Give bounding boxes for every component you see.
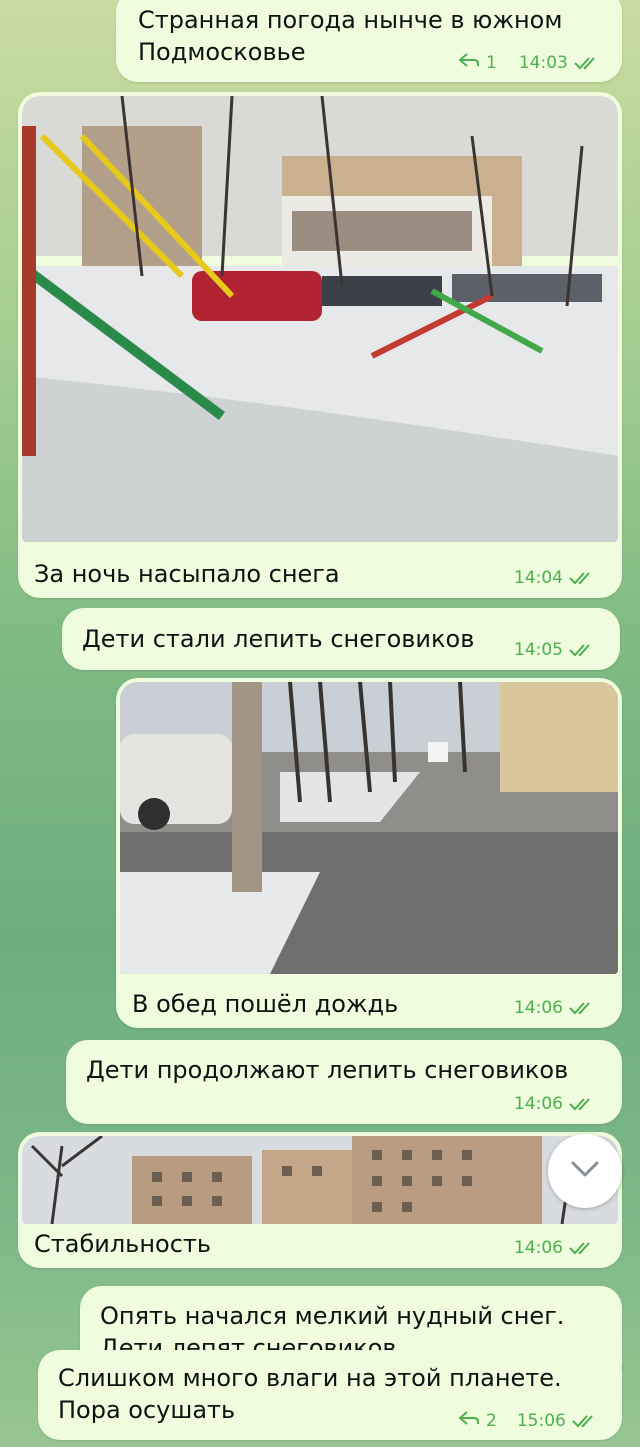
- message-time: 15:06: [516, 1410, 566, 1431]
- photo-caption: В обед пошёл дождь: [132, 990, 399, 1018]
- double-check-icon: [569, 1241, 595, 1255]
- reply-count[interactable]: 1: [486, 53, 497, 73]
- message-time: 14:06: [514, 1094, 563, 1114]
- double-check-icon: [569, 1097, 595, 1111]
- message-meta: 14:06: [514, 998, 595, 1018]
- double-check-icon: [569, 1001, 595, 1015]
- chevron-down-icon: [570, 1160, 600, 1182]
- message-bubble[interactable]: Дети продолжают лепить снеговиков 14:06: [66, 1040, 622, 1124]
- message-time: 14:06: [514, 998, 563, 1018]
- reply-arrow-icon[interactable]: [458, 1410, 480, 1431]
- message-bubble[interactable]: Странная погода нынче в южном Подмосковь…: [116, 0, 622, 82]
- message-time: 14:05: [514, 640, 563, 660]
- message-meta: 14:06: [514, 1238, 595, 1258]
- message-text: Дети стали лепить снеговиков: [82, 625, 475, 653]
- message-text: Дети продолжают лепить снеговиков: [86, 1056, 569, 1084]
- message-bubble[interactable]: Слишком много влаги на этой планете. Пор…: [38, 1350, 622, 1440]
- message-bubble[interactable]: Дети стали лепить снеговиков 14:05: [62, 608, 620, 670]
- message-meta: 14:04: [514, 568, 595, 588]
- double-check-icon: [569, 643, 595, 657]
- message-time: 14:04: [514, 568, 563, 588]
- message-meta: 1 14:03: [458, 52, 600, 73]
- message-meta: 14:06: [514, 1094, 595, 1114]
- reply-arrow-icon[interactable]: [458, 52, 480, 73]
- snow-playground-photo[interactable]: [22, 96, 618, 542]
- message-time: 14:06: [514, 1238, 563, 1258]
- photo-message-bubble[interactable]: Стабильность 14:06: [18, 1132, 622, 1268]
- message-meta: 2 15:06: [458, 1410, 598, 1431]
- double-check-icon: [574, 56, 600, 70]
- apartment-building-photo[interactable]: [22, 1136, 618, 1224]
- double-check-icon: [569, 571, 595, 585]
- photo-message-bubble[interactable]: В обед пошёл дождь 14:06: [116, 678, 622, 1028]
- photo-caption: Стабильность: [34, 1230, 212, 1258]
- reply-count[interactable]: 2: [486, 1411, 497, 1431]
- photo-message-bubble[interactable]: За ночь насыпало снега 14:04: [18, 92, 622, 598]
- scroll-down-button[interactable]: [548, 1134, 622, 1208]
- photo-caption: За ночь насыпало снега: [34, 560, 340, 588]
- rainy-street-photo[interactable]: [120, 682, 618, 974]
- message-meta: 14:05: [514, 640, 595, 660]
- double-check-icon: [572, 1414, 598, 1428]
- message-time: 14:03: [518, 52, 568, 73]
